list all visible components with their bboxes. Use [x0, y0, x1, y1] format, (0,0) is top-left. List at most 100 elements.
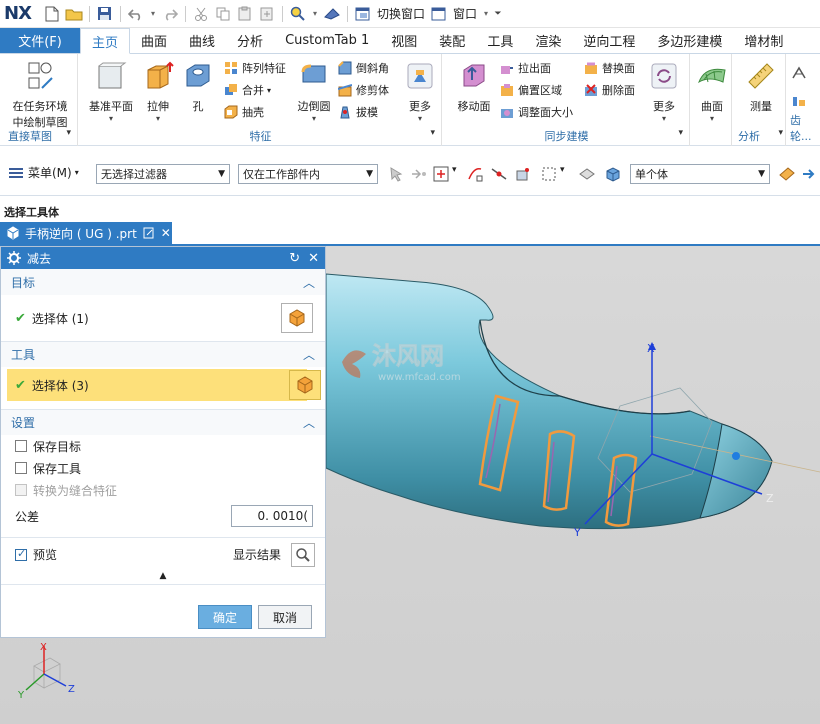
offset-region-button[interactable]: 偏置区域 — [500, 82, 562, 98]
type-filter-select[interactable]: 无选择过滤器 ▼ — [96, 164, 230, 184]
menu-button[interactable]: 菜单(M) ▾ — [8, 164, 79, 181]
keep-tool-row[interactable]: 保存工具 — [1, 457, 325, 479]
chevron-down-icon[interactable]: ▾ — [294, 114, 334, 123]
tab-file[interactable]: 文件(F) — [0, 28, 80, 53]
unite-button[interactable]: 合并 ▾ — [224, 82, 271, 98]
chevron-down-icon[interactable]: ▾ — [138, 114, 178, 123]
paste-icon[interactable] — [236, 5, 254, 23]
touch-mode-icon[interactable] — [323, 5, 341, 23]
resize-face-button[interactable]: 调整面大小 — [500, 104, 573, 120]
snap-endpoint-icon[interactable] — [466, 165, 484, 183]
cancel-button[interactable]: 取消 — [258, 605, 312, 629]
collapse-icon[interactable]: ︿ — [303, 346, 315, 363]
shell-button[interactable]: 抽壳 — [224, 104, 264, 120]
switch-window-icon[interactable] — [354, 5, 372, 23]
snap-control-icon[interactable] — [514, 165, 532, 183]
cut-icon[interactable] — [192, 5, 210, 23]
ok-button[interactable]: 确定 — [198, 605, 252, 629]
expand-arrow-icon[interactable]: ▲ — [1, 571, 325, 585]
window-icon[interactable] — [430, 5, 448, 23]
replace-face-button[interactable]: 替换面 — [584, 60, 635, 76]
chevron-down-icon[interactable]: ▾ — [482, 5, 490, 23]
chevron-down-icon[interactable]: ▾ — [149, 5, 157, 23]
chevron-down-icon[interactable]: ▾ — [267, 86, 271, 95]
chevron-down-icon[interactable]: ▾ — [452, 165, 460, 183]
tab-customtab-1[interactable]: CustomTab 1 — [274, 28, 380, 53]
paste-special-icon[interactable] — [258, 5, 276, 23]
undo-icon[interactable] — [127, 5, 145, 23]
chevron-down-icon[interactable]: ▾ — [694, 114, 730, 123]
show-result-button[interactable] — [291, 542, 315, 567]
section-target-header[interactable]: 目标 ︿ — [1, 269, 325, 295]
redo-icon[interactable] — [161, 5, 179, 23]
keep-target-row[interactable]: 保存目标 — [1, 435, 325, 457]
measure-button[interactable]: 测量 — [740, 60, 782, 114]
tab-polygon-modeling[interactable]: 多边形建模 — [646, 28, 733, 53]
chevron-down-icon[interactable]: ▾ — [402, 114, 438, 123]
reset-icon[interactable]: ↻ — [289, 251, 300, 266]
open-folder-icon[interactable] — [65, 5, 83, 23]
gear-tool-button-1[interactable] — [792, 66, 810, 80]
edge-blend-button[interactable]: 边倒圆 ▾ — [294, 60, 334, 123]
hole-button[interactable]: 孔 — [180, 60, 216, 114]
close-icon[interactable]: ✕ — [161, 226, 171, 240]
collapse-icon[interactable]: ︿ — [303, 414, 315, 431]
customize-quick-access-icon[interactable]: ⏷ — [494, 5, 502, 23]
chevron-down-icon[interactable]: ▾ — [678, 128, 683, 138]
command-finder-icon[interactable] — [289, 5, 307, 23]
tab-curve[interactable]: 曲线 — [178, 28, 226, 53]
gear-icon[interactable] — [7, 251, 21, 265]
face-select-icon[interactable] — [578, 165, 596, 183]
chevron-down-icon[interactable]: ▾ — [644, 114, 684, 123]
tolerance-input[interactable]: 0. 0010( — [231, 505, 313, 527]
body-select-icon[interactable] — [604, 165, 622, 183]
pattern-feature-button[interactable]: 阵列特征 — [224, 60, 286, 76]
extrude-button[interactable]: 拉伸 ▾ — [138, 60, 178, 123]
chevron-down-icon[interactable]: ▾ — [311, 5, 319, 23]
tab-home[interactable]: 主页 — [80, 28, 131, 54]
window-menu-label[interactable]: 窗口 — [453, 5, 477, 22]
save-icon[interactable] — [96, 5, 114, 23]
sketch-in-task-button[interactable]: 在任务环境 中绘制草图 — [4, 60, 76, 130]
chevron-down-icon[interactable]: ▾ — [560, 165, 568, 183]
select-body-button[interactable] — [281, 303, 313, 333]
target-select-row[interactable]: ✔ 选择体 (1) — [1, 295, 325, 341]
tab-additive[interactable]: 增材制 — [733, 28, 783, 53]
select-tool-body-button[interactable] — [289, 370, 321, 400]
select-all-icon[interactable] — [410, 165, 428, 183]
section-settings-header[interactable]: 设置 ︿ — [1, 409, 325, 435]
tool-select-row[interactable]: ✔ 选择体 (3) — [7, 369, 321, 401]
chevron-down-icon[interactable]: ▾ — [66, 128, 71, 138]
document-tab[interactable]: 手柄逆向 ( UG ) .prt ✕ — [0, 222, 172, 244]
preview-checkbox[interactable] — [15, 547, 27, 561]
chamfer-button[interactable]: 倒斜角 — [338, 60, 389, 76]
tab-assembly[interactable]: 装配 — [428, 28, 476, 53]
arrow-right-icon[interactable] — [800, 165, 818, 183]
keep-target-checkbox[interactable] — [15, 440, 27, 452]
tab-surface[interactable]: 曲面 — [130, 28, 178, 53]
box-select-icon[interactable] — [540, 165, 558, 183]
gear-tool-button-2[interactable] — [792, 94, 810, 108]
draft-button[interactable]: 拔模 — [338, 104, 378, 120]
selection-scope-select[interactable]: 仅在工作部件内 ▼ — [238, 164, 378, 184]
tab-reverse-engineering[interactable]: 逆向工程 — [572, 28, 646, 53]
snap-midpoint-icon[interactable] — [490, 165, 508, 183]
general-select-icon[interactable] — [388, 165, 406, 183]
new-file-icon[interactable] — [43, 5, 61, 23]
move-face-button[interactable]: 移动面 — [452, 60, 496, 114]
keep-tool-checkbox[interactable] — [15, 462, 27, 474]
selection-intent-icon[interactable] — [778, 165, 796, 183]
collapse-icon[interactable]: ︿ — [303, 274, 315, 291]
tab-render[interactable]: 渲染 — [524, 28, 572, 53]
trim-body-button[interactable]: 修剪体 — [338, 82, 389, 98]
sync-more-button[interactable]: 更多 ▾ — [644, 60, 684, 123]
datum-plane-button[interactable]: 基准平面 ▾ — [86, 60, 136, 123]
section-tool-header[interactable]: 工具 ︿ — [1, 341, 325, 367]
tab-analysis[interactable]: 分析 — [226, 28, 274, 53]
delete-face-button[interactable]: 删除面 — [584, 82, 635, 98]
body-rule-select[interactable]: 单个体 ▼ — [630, 164, 770, 184]
chevron-down-icon[interactable]: ▾ — [86, 114, 136, 123]
copy-icon[interactable] — [214, 5, 232, 23]
chevron-down-icon[interactable]: ▾ — [430, 128, 435, 138]
surface-button[interactable]: 曲面 ▾ — [694, 60, 730, 123]
